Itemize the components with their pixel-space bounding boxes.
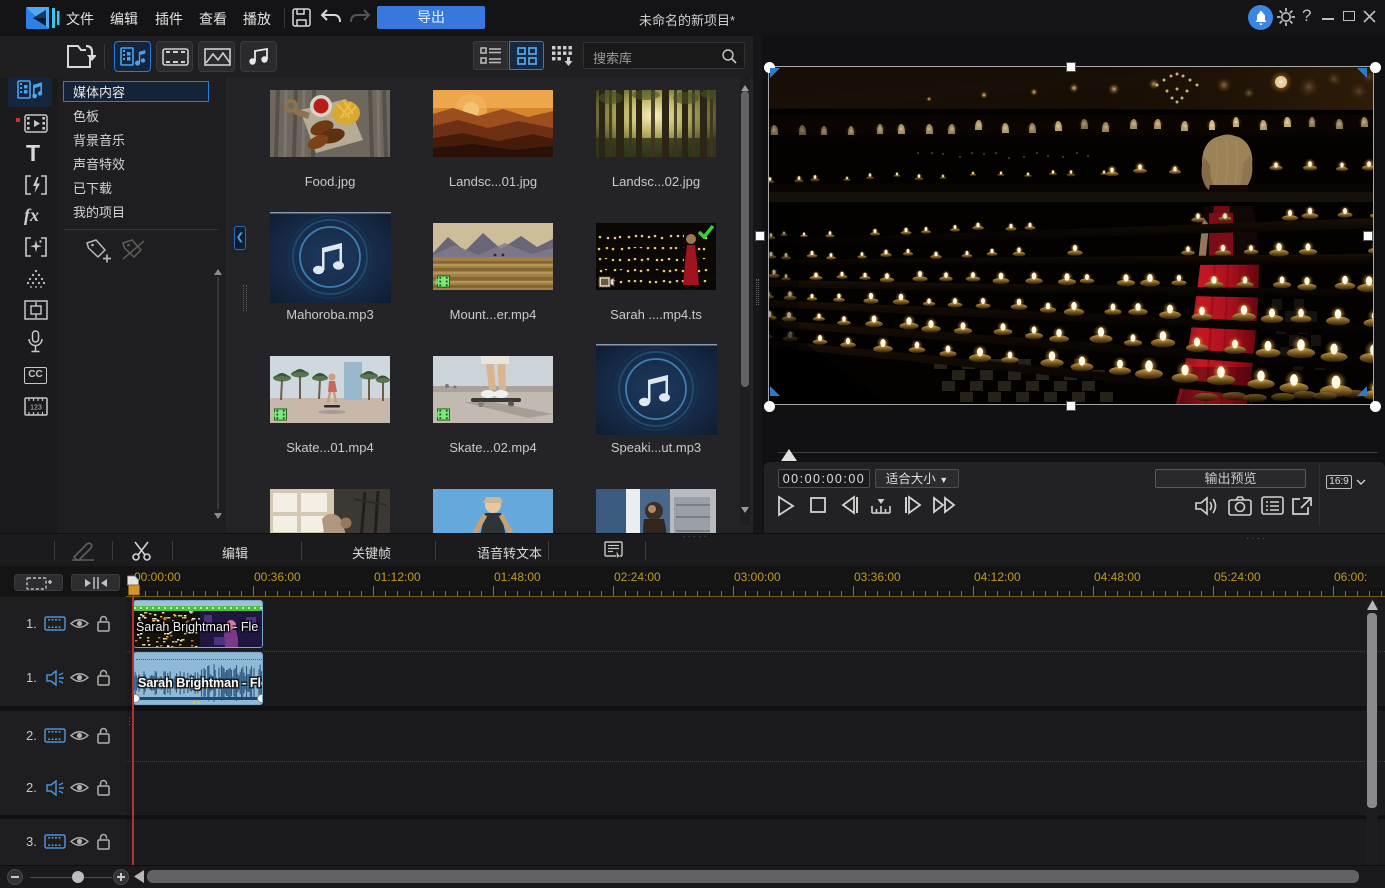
- svg-text:123: 123: [30, 405, 42, 412]
